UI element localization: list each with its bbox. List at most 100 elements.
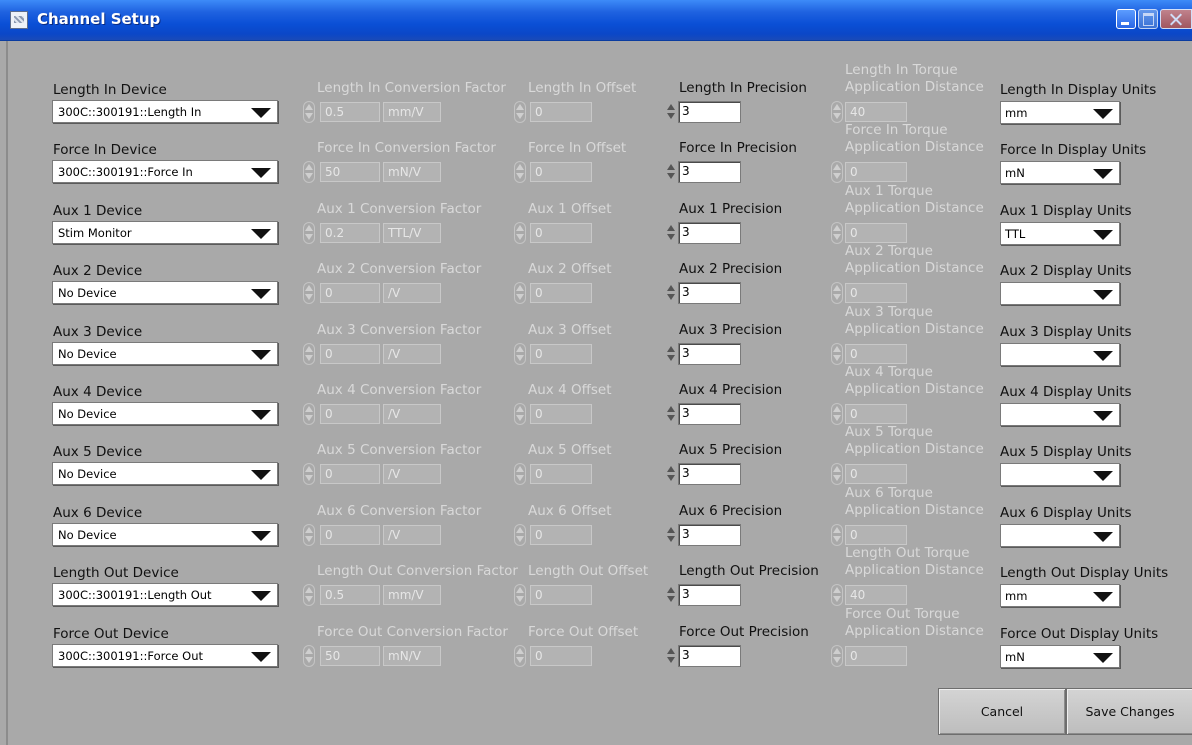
display-units-select[interactable] <box>1000 343 1120 366</box>
torque-label-line2: Application Distance <box>845 623 984 639</box>
precision-spinner[interactable] <box>667 403 677 425</box>
chevron-down-icon <box>1093 290 1113 300</box>
precision-spinner[interactable] <box>667 161 677 183</box>
torque-distance-spinner <box>831 222 843 244</box>
title-bar[interactable]: Channel Setup <box>0 0 1192 41</box>
precision-input[interactable]: 3 <box>678 524 741 546</box>
conversion-factor-spinner <box>303 524 315 546</box>
device-select[interactable]: 300C::300191::Force Out <box>52 644 278 667</box>
device-select[interactable]: 300C::300191::Length Out <box>52 583 278 606</box>
precision-input[interactable]: 3 <box>678 161 741 183</box>
conversion-factor-unit: /V <box>383 344 441 364</box>
conversion-factor-spinner <box>303 403 315 425</box>
increment-arrow-icon <box>516 285 524 291</box>
decrement-arrow-icon <box>667 173 675 179</box>
precision-input[interactable]: 3 <box>678 282 741 304</box>
conversion-factor-value: 0 <box>320 283 380 303</box>
device-label: Aux 3 Device <box>53 324 143 340</box>
maximize-button[interactable] <box>1138 9 1158 29</box>
increment-arrow-icon <box>667 285 675 291</box>
display-units-label: Force In Display Units <box>1000 142 1147 158</box>
display-units-select[interactable]: mm <box>1000 101 1120 124</box>
precision-label: Aux 2 Precision <box>679 261 783 277</box>
precision-spinner[interactable] <box>667 645 677 667</box>
conversion-factor-unit: /V <box>383 283 441 303</box>
decrement-arrow-icon <box>667 294 675 300</box>
precision-spinner[interactable] <box>667 222 677 244</box>
conversion-factor-label: Aux 5 Conversion Factor <box>317 442 482 458</box>
display-units-select[interactable]: mm <box>1000 584 1120 607</box>
cancel-button[interactable]: Cancel <box>938 688 1066 735</box>
device-select[interactable]: No Device <box>52 402 278 425</box>
torque-label-line1: Aux 3 Torque <box>845 304 933 320</box>
precision-label: Length In Precision <box>679 80 807 96</box>
increment-arrow-icon <box>516 225 524 231</box>
device-select[interactable]: No Device <box>52 281 278 304</box>
close-button[interactable] <box>1160 9 1192 29</box>
chevron-down-icon <box>1093 169 1113 179</box>
precision-spinner[interactable] <box>667 282 677 304</box>
minimize-button[interactable] <box>1116 9 1136 29</box>
device-select[interactable]: No Device <box>52 523 278 546</box>
precision-label: Length Out Precision <box>679 563 819 579</box>
precision-spinner[interactable] <box>667 524 677 546</box>
conversion-factor-value: 0.2 <box>320 223 380 243</box>
display-units-select[interactable] <box>1000 463 1120 486</box>
offset-value: 0 <box>530 223 592 243</box>
conversion-factor-value: 50 <box>320 162 380 182</box>
device-select[interactable]: No Device <box>52 462 278 485</box>
precision-input[interactable]: 3 <box>678 463 741 485</box>
precision-input[interactable]: 3 <box>678 101 741 123</box>
display-units-value: mN <box>1005 650 1025 664</box>
display-units-select[interactable]: TTL <box>1000 222 1120 245</box>
increment-arrow-icon <box>305 466 313 472</box>
chevron-down-icon <box>251 591 271 601</box>
offset-value: 0 <box>530 102 592 122</box>
torque-distance-value: 0 <box>845 283 907 303</box>
decrement-arrow-icon <box>833 355 841 361</box>
decrement-arrow-icon <box>667 536 675 542</box>
display-units-select[interactable] <box>1000 524 1120 547</box>
increment-arrow-icon <box>305 285 313 291</box>
precision-spinner[interactable] <box>667 463 677 485</box>
decrement-arrow-icon <box>833 536 841 542</box>
precision-spinner[interactable] <box>667 584 677 606</box>
torque-distance-spinner <box>831 645 843 667</box>
precision-label: Aux 5 Precision <box>679 442 783 458</box>
precision-input[interactable]: 3 <box>678 343 741 365</box>
device-select[interactable]: Stim Monitor <box>52 221 278 244</box>
decrement-arrow-icon <box>667 475 675 481</box>
precision-input[interactable]: 3 <box>678 403 741 425</box>
precision-input[interactable]: 3 <box>678 584 741 606</box>
decrement-arrow-icon <box>516 415 524 421</box>
torque-distance-spinner <box>831 584 843 606</box>
display-units-select[interactable] <box>1000 403 1120 426</box>
torque-distance-spinner <box>831 282 843 304</box>
display-units-select[interactable]: mN <box>1000 645 1120 668</box>
device-select-value: 300C::300191::Length In <box>58 105 202 119</box>
display-units-label: Length In Display Units <box>1000 82 1157 98</box>
device-select[interactable]: 300C::300191::Length In <box>52 100 278 123</box>
conversion-factor-spinner <box>303 161 315 183</box>
offset-spinner <box>514 101 526 123</box>
precision-spinner[interactable] <box>667 343 677 365</box>
display-units-select[interactable] <box>1000 282 1120 305</box>
device-label: Aux 6 Device <box>53 505 143 521</box>
display-units-select[interactable]: mN <box>1000 161 1120 184</box>
decrement-arrow-icon <box>833 596 841 602</box>
conversion-factor-label: Length In Conversion Factor <box>317 80 506 96</box>
increment-arrow-icon <box>833 466 841 472</box>
decrement-arrow-icon <box>667 355 675 361</box>
save-changes-button[interactable]: Save Changes <box>1066 688 1192 735</box>
torque-label-line2: Application Distance <box>845 79 984 95</box>
window-title: Channel Setup <box>37 10 161 28</box>
conversion-factor-spinner <box>303 222 315 244</box>
device-select[interactable]: 300C::300191::Force In <box>52 160 278 183</box>
decrement-arrow-icon <box>833 475 841 481</box>
precision-spinner[interactable] <box>667 101 677 123</box>
device-select[interactable]: No Device <box>52 342 278 365</box>
torque-distance-value: 0 <box>845 404 907 424</box>
precision-input[interactable]: 3 <box>678 645 741 667</box>
precision-input[interactable]: 3 <box>678 222 741 244</box>
conversion-factor-value: 0.5 <box>320 102 380 122</box>
